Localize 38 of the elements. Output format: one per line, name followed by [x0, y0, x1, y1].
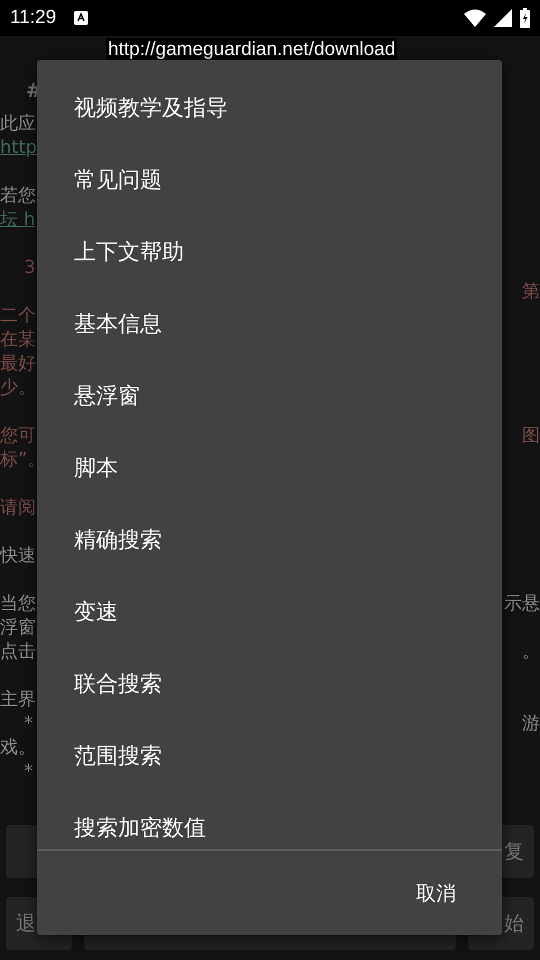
body-text: 3 — [24, 256, 36, 280]
body-text: 戏。 — [0, 736, 36, 760]
body-text: 当您 — [0, 592, 36, 616]
body-text: 点击 — [0, 640, 36, 664]
body-text: 请阅 — [0, 496, 36, 520]
body-text: 游 — [522, 712, 540, 736]
status-time: 11:29 — [10, 7, 56, 29]
menu-item[interactable]: 常见问题 — [37, 144, 502, 216]
body-text: 最好 — [0, 352, 36, 376]
body-text: * — [24, 712, 33, 736]
menu-item[interactable]: 视频教学及指导 — [37, 72, 502, 144]
battery-icon — [520, 8, 530, 28]
menu-item[interactable]: 联合搜索 — [37, 648, 502, 720]
body-text: 。 — [522, 640, 540, 664]
body-text: 第 — [522, 280, 540, 304]
menu-item[interactable]: 范围搜索 — [37, 720, 502, 792]
body-text: 主界 — [0, 688, 36, 712]
keyboard-icon — [74, 11, 88, 25]
body-text: 二个 — [0, 304, 36, 328]
body-text: 您可 — [0, 424, 36, 448]
body-text: * — [24, 760, 33, 784]
cancel-button[interactable]: 取消 — [400, 872, 472, 914]
menu-item[interactable]: 精确搜索 — [37, 504, 502, 576]
signal-icon — [494, 9, 512, 27]
wifi-icon — [464, 9, 486, 27]
body-text: 少。 — [0, 376, 36, 400]
menu-item[interactable]: 悬浮窗 — [37, 360, 502, 432]
body-text: 浮窗 — [0, 616, 36, 640]
body-text: 若您 — [0, 184, 36, 208]
menu-item[interactable]: 变速 — [37, 576, 502, 648]
body-text: 此应 — [0, 112, 36, 136]
url-tooltip: http://gameguardian.net/download — [106, 38, 398, 62]
menu-item[interactable]: 搜索加密数值 — [37, 792, 502, 849]
body-text: 示悬 — [504, 592, 540, 616]
menu-item[interactable]: 基本信息 — [37, 288, 502, 360]
body-text: 图 — [522, 424, 540, 448]
body-text: 在某 — [0, 328, 36, 352]
menu-item[interactable]: 上下文帮助 — [37, 216, 502, 288]
